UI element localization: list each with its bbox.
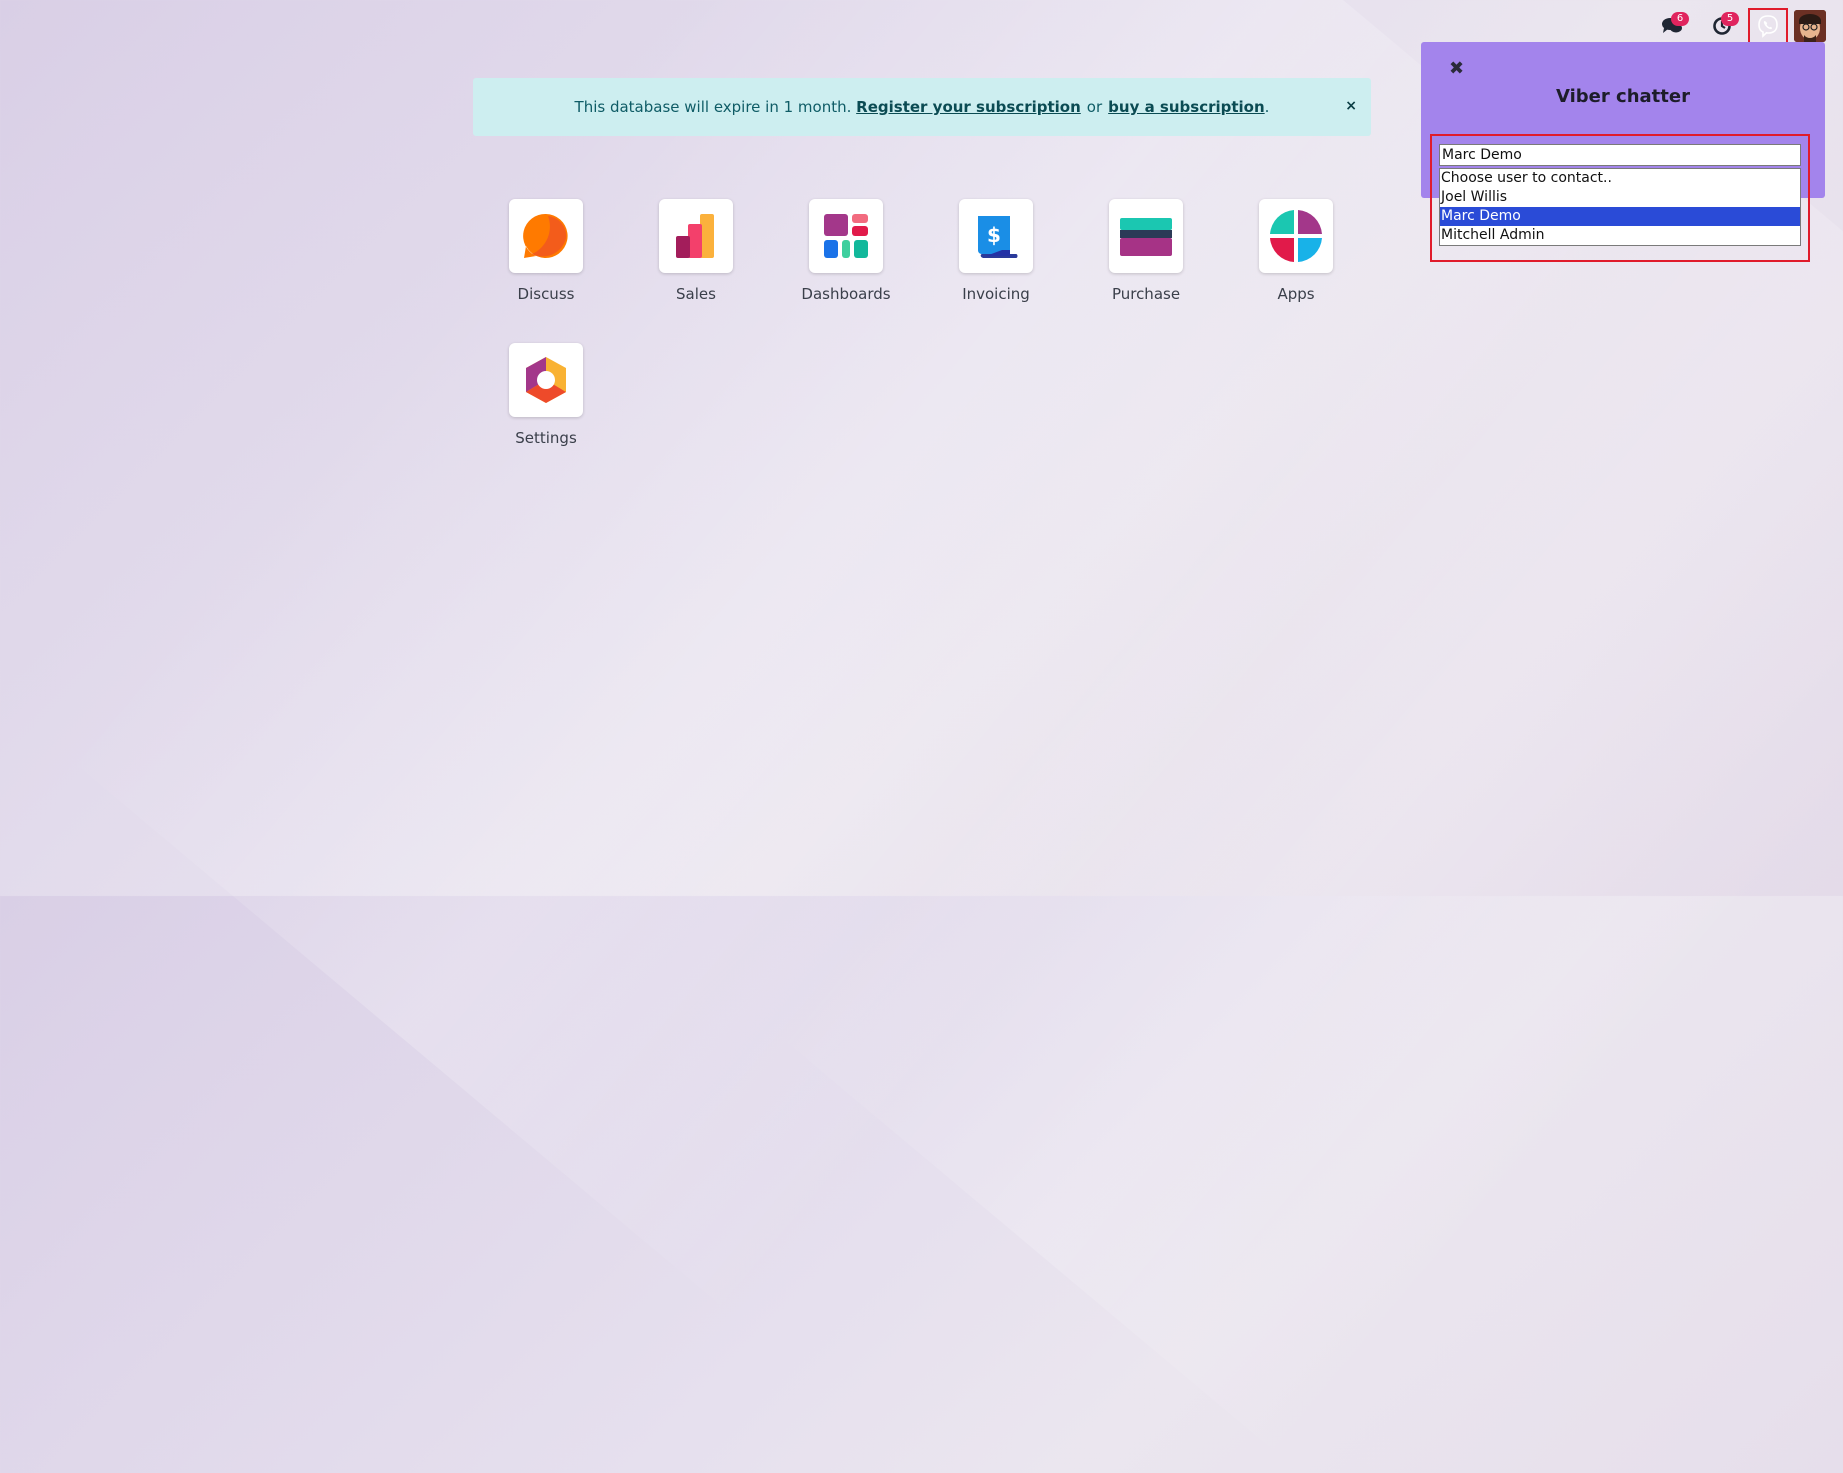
user-select-options: Choose user to contact.. Joel Willis Mar… <box>1439 168 1801 246</box>
banner-text: This database will expire in 1 month. <box>574 98 852 116</box>
sales-icon <box>659 199 733 273</box>
option-choose-user[interactable]: Choose user to contact.. <box>1440 169 1800 188</box>
banner-or: or <box>1086 98 1103 116</box>
banner-period: . <box>1264 98 1270 116</box>
option-marc-demo[interactable]: Marc Demo <box>1440 207 1800 226</box>
user-select[interactable]: Marc Demo <box>1439 144 1801 166</box>
app-label: Discuss <box>517 285 575 303</box>
app-sales[interactable]: Sales <box>621 199 771 303</box>
purchase-icon <box>1109 199 1183 273</box>
invoicing-icon: $ <box>959 199 1033 273</box>
subscription-banner: This database will expire in 1 month. Re… <box>473 78 1371 136</box>
app-dashboards[interactable]: Dashboards <box>771 199 921 303</box>
settings-icon <box>509 343 583 417</box>
viber-phone-icon <box>1758 15 1778 38</box>
app-label: Invoicing <box>962 285 1030 303</box>
app-discuss[interactable]: Discuss <box>471 199 621 303</box>
register-subscription-link[interactable]: Register your subscription <box>856 98 1081 116</box>
app-invoicing[interactable]: $ Invoicing <box>921 199 1071 303</box>
avatar-image <box>1794 10 1826 42</box>
user-avatar[interactable] <box>1794 10 1826 42</box>
banner-close-button[interactable]: × <box>1345 98 1357 114</box>
viber-close-button[interactable]: ✖ <box>1449 58 1464 79</box>
viber-title: Viber chatter <box>1556 86 1690 107</box>
option-joel-willis[interactable]: Joel Willis <box>1440 188 1800 207</box>
app-apps[interactable]: Apps <box>1221 199 1371 303</box>
app-label: Dashboards <box>801 285 891 303</box>
app-purchase[interactable]: Purchase <box>1071 199 1221 303</box>
activity-systray-button[interactable]: 5 <box>1705 10 1739 42</box>
app-label: Purchase <box>1111 285 1181 303</box>
app-label: Sales <box>676 285 716 303</box>
activity-count-badge: 5 <box>1721 12 1739 26</box>
user-select-highlight: Marc Demo Choose user to contact.. Joel … <box>1430 134 1810 262</box>
apps-icon <box>1259 199 1333 273</box>
svg-text:$: $ <box>987 223 1001 247</box>
discuss-icon <box>509 199 583 273</box>
app-label: Settings <box>515 429 577 447</box>
chat-count-badge: 6 <box>1671 12 1689 26</box>
app-label: Apps <box>1277 285 1315 303</box>
app-settings[interactable]: Settings <box>471 343 621 447</box>
dashboards-icon <box>809 199 883 273</box>
buy-subscription-link[interactable]: buy a subscription <box>1108 98 1265 116</box>
option-mitchell-admin[interactable]: Mitchell Admin <box>1440 226 1800 245</box>
chat-systray-button[interactable]: 6 <box>1655 10 1689 42</box>
viber-systray-button[interactable] <box>1748 8 1788 44</box>
